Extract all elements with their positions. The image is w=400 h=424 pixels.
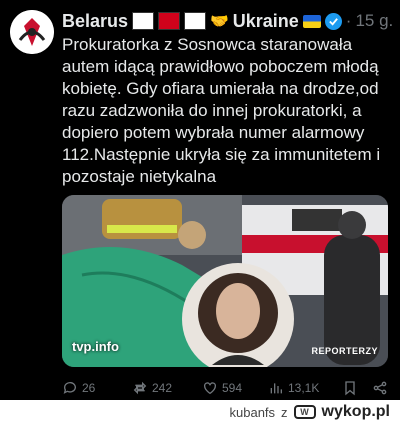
- separator: ·: [345, 11, 352, 30]
- author-name[interactable]: Belarus: [62, 11, 128, 32]
- bookmark-icon: [345, 381, 355, 396]
- avatar[interactable]: [10, 10, 54, 54]
- tweet-card: Belarus 🤝 Ukraine · 15 g. Prokuratorka z…: [0, 0, 400, 400]
- like-button[interactable]: 594: [202, 380, 268, 396]
- belarus-flag-icon: [158, 12, 181, 30]
- media-credit-label: REPORTERZY: [311, 346, 378, 356]
- ukraine-flag-icon: [302, 14, 321, 28]
- media-source-label: tvp.info: [72, 339, 119, 354]
- handshake-icon: 🤝: [210, 13, 229, 30]
- share-icon: [373, 381, 387, 395]
- bookmark-button[interactable]: [342, 380, 372, 396]
- author-name-suffix[interactable]: Ukraine: [233, 11, 299, 32]
- action-bar: 26 242 594 13,1K: [62, 378, 392, 398]
- views-button[interactable]: 13,1K: [268, 380, 342, 396]
- reply-count: 26: [82, 381, 96, 395]
- reply-icon: [63, 382, 76, 394]
- post-media[interactable]: tvp.info REPORTERZY: [62, 195, 388, 367]
- like-count: 594: [222, 381, 243, 395]
- uploader-name[interactable]: kubanfs: [230, 405, 276, 420]
- views-icon: [270, 383, 282, 394]
- share-button[interactable]: [372, 380, 392, 396]
- site-name[interactable]: wykop.pl: [322, 403, 390, 421]
- post-text: Prokuratorka z Sosnowca staranowała aute…: [62, 35, 381, 186]
- footer-by: z: [281, 404, 288, 420]
- repost-icon: [133, 381, 147, 395]
- belarus-flag-icon: [132, 12, 155, 30]
- post-header: Belarus 🤝 Ukraine · 15 g.: [62, 10, 393, 32]
- post-time[interactable]: 15 g.: [355, 11, 393, 31]
- wykop-footer: kubanfs z W wykop.pl: [0, 400, 400, 424]
- verified-icon: [324, 12, 342, 30]
- belarus-flag-icon: [184, 12, 207, 30]
- repost-count: 242: [152, 381, 173, 395]
- reply-button[interactable]: 26: [62, 380, 132, 396]
- views-count: 13,1K: [288, 381, 320, 395]
- wykop-logo-icon: W: [293, 405, 316, 419]
- heart-icon: [204, 382, 216, 395]
- repost-button[interactable]: 242: [132, 380, 202, 396]
